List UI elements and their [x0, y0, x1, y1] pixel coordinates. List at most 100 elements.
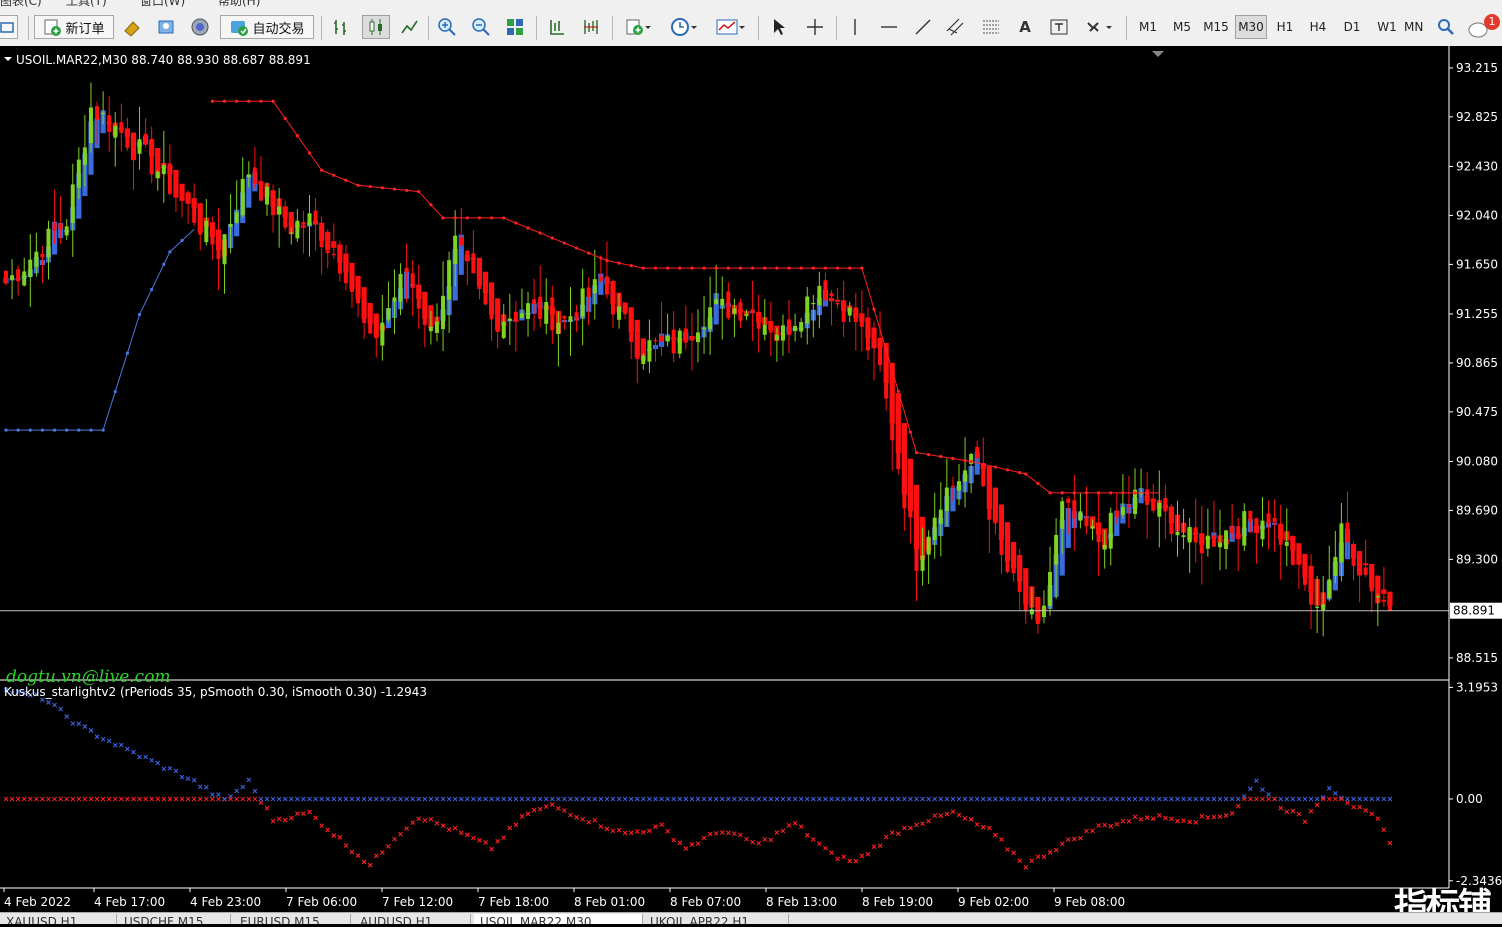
candle-body [1302, 568, 1307, 585]
candle-body [586, 287, 591, 297]
price-chart[interactable]: 88.891 93.215 92.825 92.430 92.040 91.650 91.2… [0, 46, 1502, 912]
timeframe-w1[interactable]: W1 [1373, 15, 1401, 39]
navigator-icon[interactable] [154, 15, 178, 39]
current-price-label: 88.891 [1453, 604, 1495, 618]
stop-line-dot [981, 462, 985, 466]
notifications-button[interactable]: 1 [1466, 14, 1502, 39]
candle-body [1017, 572, 1022, 593]
time-tick-label: 8 Feb 19:00 [862, 895, 933, 909]
cursor-icon[interactable] [766, 15, 792, 39]
timeframe-h1[interactable]: H1 [1271, 15, 1299, 39]
timeframe-m30[interactable]: M30 [1235, 15, 1267, 39]
templates-dropdown[interactable] [710, 15, 750, 39]
candle-body [859, 318, 864, 327]
zoom-in-icon[interactable] [434, 15, 460, 39]
candle-body [1205, 535, 1210, 549]
stop-line-dot [180, 238, 184, 243]
periods-dropdown[interactable] [664, 15, 704, 39]
candle-body [580, 288, 585, 317]
menu-item-chart[interactable]: 图表(C) [0, 0, 42, 8]
stop-line-dot [599, 256, 603, 260]
trendline-icon[interactable] [910, 15, 936, 39]
text-label-icon[interactable] [1046, 15, 1072, 39]
timeframe-m5[interactable]: M5 [1168, 15, 1196, 39]
candle-body [1175, 531, 1180, 536]
candle-body [398, 273, 403, 302]
chart-background [0, 46, 1502, 912]
timeframe-mn[interactable]: MN [1404, 15, 1430, 39]
candle-body [4, 270, 8, 284]
candle-body [1248, 510, 1253, 522]
candle-body [568, 316, 573, 322]
fibonacci-icon[interactable] [978, 15, 1004, 39]
autotrade-label: 自动交易 [252, 21, 305, 37]
text-icon[interactable]: A [1012, 15, 1038, 39]
tile-windows-icon[interactable] [502, 15, 528, 39]
candle-body [1321, 604, 1326, 611]
candle-body [938, 509, 943, 524]
candle-body [155, 171, 160, 179]
candle-body [70, 184, 75, 224]
zoom-out-icon[interactable] [468, 15, 494, 39]
crosshair-icon[interactable] [802, 15, 828, 39]
autotrade-button[interactable]: 自动交易 [220, 15, 314, 39]
channel-icon[interactable] [942, 15, 970, 39]
candle-body [143, 133, 148, 145]
horizontal-line-icon[interactable] [876, 15, 902, 39]
candle-body [447, 260, 452, 300]
menu-item-help[interactable]: 帮助(H) [218, 0, 260, 8]
indicators-dropdown[interactable] [618, 15, 658, 39]
candle-body [1357, 573, 1362, 575]
candle-body [125, 131, 130, 148]
candle-body [999, 526, 1004, 555]
line-chart-icon[interactable] [396, 15, 422, 39]
candle-body [1339, 523, 1344, 563]
candle-body [192, 200, 197, 223]
candle-body [58, 223, 63, 230]
candle-body [416, 292, 421, 309]
time-tick-label: 4 Feb 23:00 [190, 895, 261, 909]
timeframe-h4[interactable]: H4 [1304, 15, 1332, 39]
new-order-button[interactable]: 新订单 [34, 15, 114, 39]
chart-shift-icon[interactable] [576, 15, 606, 39]
candle-body [1290, 536, 1295, 565]
auto-scroll-icon[interactable] [542, 15, 572, 39]
candle-body [434, 321, 439, 333]
profiles-icon[interactable] [0, 15, 18, 39]
candle-body [422, 307, 427, 326]
candle-body [708, 307, 713, 330]
arrows-dropdown[interactable] [1080, 15, 1120, 39]
candle-body [246, 174, 251, 178]
candle-body [829, 293, 834, 297]
stop-line-dot [562, 241, 567, 245]
candlestick-icon[interactable] [362, 15, 390, 39]
candle-body [793, 325, 798, 332]
candle-body [167, 163, 172, 194]
candle-body [1381, 599, 1386, 602]
candle-body [629, 319, 634, 343]
candle-body [519, 313, 524, 318]
candle-body [884, 361, 889, 399]
stop-line-dot [550, 236, 554, 240]
menu-item-window[interactable]: 窗口(W) [140, 0, 185, 8]
candle-body [34, 251, 39, 267]
timeframe-m15[interactable]: M15 [1200, 15, 1232, 39]
market-watch-icon[interactable] [120, 15, 144, 39]
chart-window[interactable]: 88.891 93.215 92.825 92.430 92.040 91.650 91.2… [0, 46, 1502, 912]
stop-line-dot [368, 184, 372, 189]
candle-body [101, 112, 106, 114]
candle-body [1272, 518, 1277, 523]
stop-line-dot [641, 266, 645, 270]
timeframe-m1[interactable]: M1 [1134, 15, 1162, 39]
menu-item-tools[interactable]: 工具(T) [66, 0, 107, 8]
candle-body [538, 296, 543, 319]
search-icon[interactable] [1434, 15, 1458, 39]
stop-line-dot [951, 456, 955, 461]
bar-chart-icon[interactable] [328, 15, 354, 39]
candle-body [762, 324, 767, 335]
indicator-tick-label: 0.00 [1456, 792, 1483, 806]
timeframe-d1[interactable]: D1 [1338, 15, 1366, 39]
vertical-line-icon[interactable] [842, 15, 868, 39]
terminal-icon[interactable] [188, 15, 212, 39]
stop-line-dot [1024, 472, 1028, 476]
